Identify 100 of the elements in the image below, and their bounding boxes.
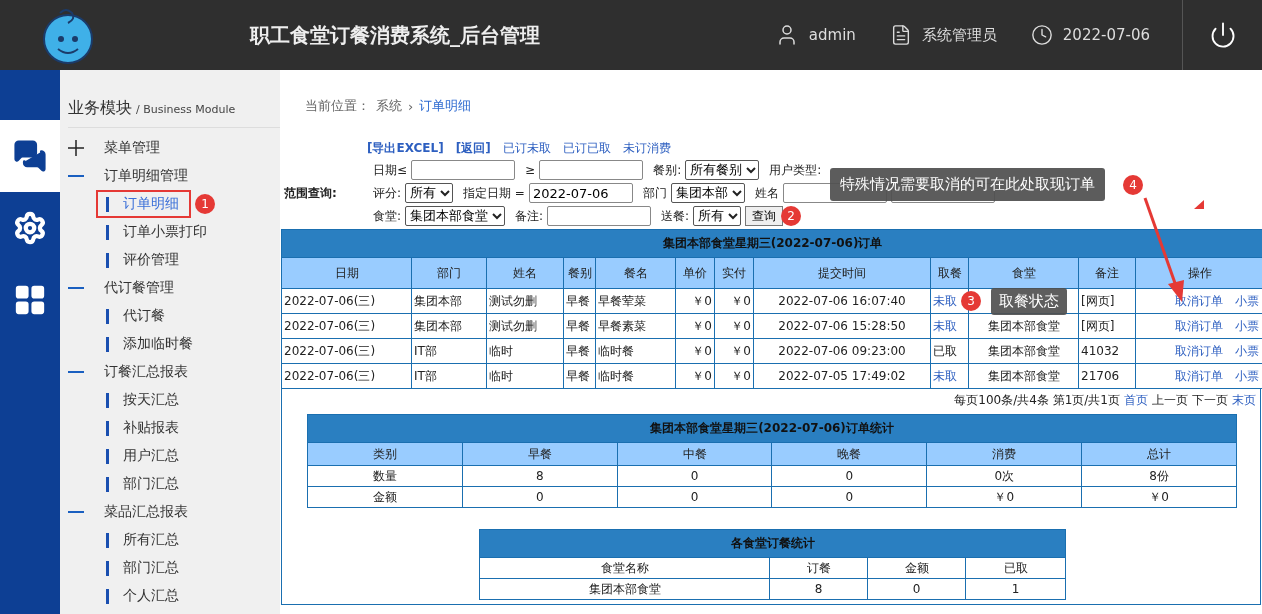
sidebar-title: 业务模块 [68, 98, 132, 119]
table-cell: 临时餐 [595, 338, 676, 364]
table-cell: 早餐 [563, 313, 596, 339]
scope-label: 范围查询: [283, 184, 338, 202]
column-header: 早餐 [462, 442, 618, 466]
table-cell: 41032 [1078, 338, 1136, 364]
table-cell: IT部 [411, 363, 487, 389]
filter-label: 评分: [373, 184, 402, 202]
column-header: 姓名 [486, 257, 564, 289]
column-header: 已取 [965, 557, 1066, 579]
table-title: 集团本部食堂星期三(2022-07-06)订单 [281, 229, 1262, 258]
table-cell: ￥0 [926, 486, 1082, 508]
table-cell: 测试勿删 [486, 288, 564, 314]
sidebar-subtitle: / Business Module [136, 103, 236, 116]
column-header: 食堂 [968, 257, 1079, 289]
filter-label: 备注: [515, 207, 544, 225]
table-cell: 2022-07-06(三) [281, 288, 412, 314]
table-cell: 2022-07-06 09:23:00 [753, 338, 931, 364]
table-cell: ￥0 [675, 288, 715, 314]
step-badge: 4 [1123, 174, 1143, 195]
table-cell: 早餐 [563, 338, 596, 364]
table-cell: 2022-07-05 17:49:02 [753, 363, 931, 389]
filter-label: 部门 [642, 184, 667, 202]
table-cell: ￥0 [714, 363, 754, 389]
step-badge: 1 [195, 194, 215, 214]
table-cell: ￥0 [714, 313, 754, 339]
app-title: 职工食堂订餐消费系统_后台管理 [250, 21, 541, 49]
table-cell: [网页] [1078, 288, 1136, 314]
current-date: 2022-07-06 [1062, 26, 1150, 44]
table-cell: IT部 [411, 338, 487, 364]
tooltip: 特殊情况需要取消的可在此处取现订单 [830, 168, 1105, 201]
table-cell: 2022-07-06 15:28:50 [753, 313, 931, 339]
table-cell: 集团本部食堂 [968, 363, 1079, 389]
filter-label: 送餐: [661, 207, 690, 225]
table-cell: 集团本部食堂 [968, 338, 1079, 364]
table-cell: 数量 [307, 465, 463, 487]
table-cell: ￥0 [714, 288, 754, 314]
table-cell: 早餐 [563, 288, 596, 314]
table-cell: 0 [617, 486, 772, 508]
table-cell: 1 [965, 578, 1066, 600]
table-cell: 0 [867, 578, 966, 600]
table-cell: 早餐荤菜 [595, 288, 676, 314]
column-header: 晚餐 [772, 442, 927, 466]
column-header: 提交时间 [753, 257, 931, 289]
column-header: 类别 [307, 442, 463, 466]
table-cell: 8份 [1081, 465, 1237, 487]
table-cell: 0 [462, 486, 618, 508]
breadcrumb-separator: › [408, 98, 414, 114]
table-cell: ￥0 [675, 313, 715, 339]
table-cell: 集团本部 [411, 288, 487, 314]
user-role: 系统管理员 [921, 25, 997, 45]
column-header: 消费 [926, 442, 1082, 466]
table-title: 集团本部食堂星期三(2022-07-06)订单统计 [307, 414, 1237, 443]
column-header: 订餐 [769, 557, 868, 579]
filter-label: 指定日期 = [463, 184, 525, 202]
column-header: 中餐 [617, 442, 772, 466]
table-cell: ￥0 [714, 338, 754, 364]
table-cell: 0 [772, 465, 927, 487]
table-cell: 集团本部 [411, 313, 487, 339]
table-cell: 8 [462, 465, 618, 487]
table-cell: 8 [769, 578, 868, 600]
user-name: admin [808, 26, 856, 44]
table-cell: 0次 [926, 465, 1082, 487]
table-cell: 临时 [486, 363, 564, 389]
step-badge: 3 [961, 291, 981, 311]
table-cell: 金额 [307, 486, 463, 508]
pickup-status: 已取 [933, 343, 957, 358]
column-header: 备注 [1078, 257, 1136, 289]
table-cell: 早餐 [563, 363, 596, 389]
table-cell: 0 [772, 486, 927, 508]
table-cell: 2022-07-06(三) [281, 363, 412, 389]
tooltip: 取餐状态 [991, 288, 1067, 315]
table-cell: 集团本部食堂 [968, 313, 1079, 339]
column-header: 日期 [281, 257, 412, 289]
column-header: 部门 [411, 257, 487, 289]
table-cell: 测试勿删 [486, 313, 564, 339]
table-cell: ￥0 [675, 338, 715, 364]
filter-label: 日期≤ [373, 161, 408, 179]
filter-label: 餐别: [653, 161, 682, 179]
table-cell: 临时餐 [595, 363, 676, 389]
filter-label: ≥ [525, 163, 536, 177]
table-cell: ￥0 [675, 363, 715, 389]
filter-label: 姓名 [754, 184, 779, 202]
column-header: 餐名 [595, 257, 676, 289]
filter-label: 用户类型: [769, 161, 822, 179]
filter-label: 食堂: [373, 207, 402, 225]
table-cell: ￥0 [1081, 486, 1237, 508]
table-cell: 早餐素菜 [595, 313, 676, 339]
breadcrumb-label: 当前位置： [305, 97, 370, 115]
table-cell: 临时 [486, 338, 564, 364]
pagination-summary: 每页100条/共4条 第1页/共1页 [954, 392, 1120, 409]
table-title: 各食堂订餐统计 [479, 529, 1066, 558]
step-badge: 2 [781, 206, 802, 226]
table-cell: 21706 [1078, 363, 1136, 389]
column-header: 食堂名称 [479, 557, 770, 579]
table-cell: 2022-07-06(三) [281, 338, 412, 364]
column-header: 金额 [867, 557, 966, 579]
table-cell: 2022-07-06(三) [281, 313, 412, 339]
table-cell: [网页] [1078, 313, 1136, 339]
table-cell: 2022-07-06 16:07:40 [753, 288, 931, 314]
